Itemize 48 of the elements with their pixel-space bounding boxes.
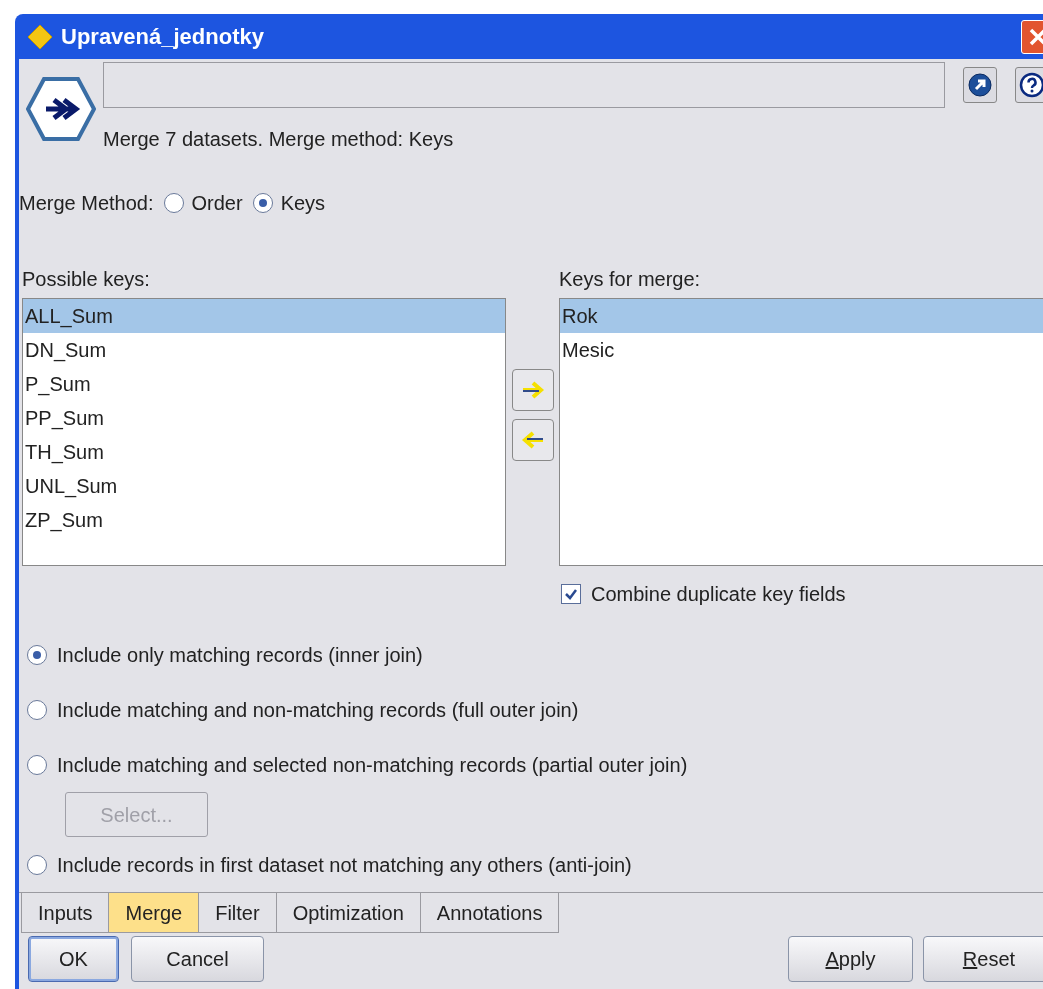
- radio-button[interactable]: [252, 193, 273, 213]
- check-icon: [564, 587, 578, 601]
- dialog-button[interactable]: Reset: [923, 936, 1043, 982]
- radio-button[interactable]: [27, 754, 47, 775]
- close-icon: [1028, 26, 1043, 47]
- right-arrow-icon: [520, 380, 545, 400]
- list-item[interactable]: ALL_Sum: [23, 299, 505, 333]
- dialog-button[interactable]: OK: [28, 936, 119, 982]
- window-title: Upravená_jednotky: [61, 23, 264, 51]
- tab[interactable]: Inputs: [21, 893, 110, 933]
- arrow-circle-icon: [967, 72, 993, 98]
- tab[interactable]: Merge: [108, 893, 200, 933]
- list-item[interactable]: UNL_Sum: [23, 469, 505, 503]
- radio-label: Include matching and non-matching records (full outer join): [57, 697, 579, 723]
- add-key-button[interactable]: [511, 369, 554, 411]
- radio-label: Include only matching records (inner join): [57, 642, 423, 668]
- radio-label: Include matching and selected non-matching records (partial outer join): [57, 752, 688, 778]
- comment-field[interactable]: [103, 62, 945, 108]
- dialog-button[interactable]: Cancel: [131, 936, 264, 982]
- field-label: Merge Method:: [19, 191, 154, 216]
- radio-button[interactable]: [27, 644, 47, 665]
- radio-button[interactable]: [27, 699, 47, 720]
- radio-label: Order: [191, 191, 243, 216]
- radio-button[interactable]: [163, 193, 184, 213]
- checkbox[interactable]: [561, 584, 581, 604]
- list-item[interactable]: Mesic: [560, 333, 1043, 367]
- remove-key-button[interactable]: [511, 419, 554, 461]
- left-arrow-icon: [520, 430, 545, 450]
- tab[interactable]: Annotations: [419, 893, 560, 933]
- help-button[interactable]: [1015, 67, 1043, 103]
- checkbox-label: Combine duplicate key fields: [591, 582, 846, 607]
- radio-label: Include records in first dataset not matching any others (anti-join): [57, 852, 632, 878]
- list-label: Possible keys:: [22, 267, 151, 292]
- launch-button[interactable]: [963, 67, 997, 103]
- merge-node-icon: [26, 76, 96, 142]
- list-item[interactable]: ZP_Sum: [23, 503, 505, 537]
- list-item[interactable]: DN_Sum: [23, 333, 505, 367]
- list-item[interactable]: P_Sum: [23, 367, 505, 401]
- list-item[interactable]: PP_Sum: [23, 401, 505, 435]
- diamond-icon: [27, 23, 53, 50]
- list-item[interactable]: TH_Sum: [23, 435, 505, 469]
- radio-label: Keys: [280, 191, 326, 216]
- node-description: Merge 7 datasets. Merge method: Keys: [103, 127, 455, 152]
- help-icon: [1019, 72, 1043, 98]
- list-item[interactable]: Rok: [560, 299, 1043, 333]
- dialog-button[interactable]: Apply: [788, 936, 913, 982]
- list-label: Keys for merge:: [559, 267, 702, 292]
- radio-button[interactable]: [27, 854, 47, 875]
